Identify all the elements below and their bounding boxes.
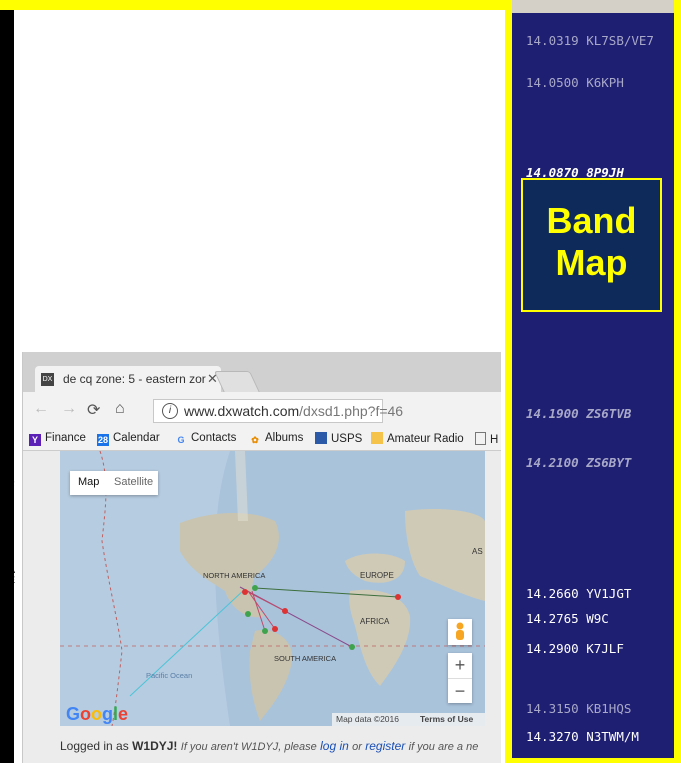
- reload-icon[interactable]: ⟳: [87, 400, 100, 420]
- band-map-spot[interactable]: 14.1900 ZS6TVB: [526, 406, 631, 421]
- edge-fragment: A: [9, 565, 16, 575]
- map-data-credit: Map data ©2016: [336, 714, 399, 724]
- map-label: AS: [472, 547, 483, 556]
- forward-arrow-icon[interactable]: →: [61, 400, 77, 418]
- back-arrow-icon[interactable]: ←: [33, 400, 49, 418]
- page-icon: [475, 432, 486, 445]
- band-map-callout-line: Band: [546, 200, 637, 241]
- folder-icon: [371, 432, 383, 444]
- browser-window: DX de cq zone: 5 - eastern zor ✕ ← → ⟳ ⌂…: [22, 352, 501, 763]
- map-button[interactable]: Map: [78, 476, 99, 488]
- band-map-callout-line: Map: [555, 242, 628, 283]
- band-map-titlebar[interactable]: [512, 0, 674, 13]
- bookmarks-bar: Y Finance 28 Calendar G Contacts ✿ Albums US…: [23, 428, 501, 451]
- band-map-spot[interactable]: 14.2900 K7JLF: [526, 641, 624, 656]
- tab-strip: DX de cq zone: 5 - eastern zor ✕: [23, 352, 501, 393]
- browser-toolbar: ← → ⟳ ⌂ i www.dxwatch.com/dxsd1.php?f=46: [23, 392, 501, 428]
- map-type-control: Map Satellite: [70, 471, 158, 495]
- info-icon[interactable]: i: [162, 403, 178, 419]
- bookmark-usps[interactable]: USPS: [315, 432, 362, 445]
- bookmark-finance[interactable]: Y Finance: [29, 432, 86, 446]
- map-label: NORTH AMERICA: [203, 571, 266, 580]
- map-attribution: Map data ©2016 Terms of Use: [332, 713, 485, 726]
- band-map-list[interactable]: 14.0319 KL7SB/VE7 14.0500 K6KPH 14.0870 …: [512, 13, 674, 758]
- map-label: EUROPE: [360, 571, 394, 580]
- terms-link[interactable]: Terms of Use: [420, 714, 473, 724]
- map-label: SOUTH AMERICA: [274, 654, 337, 663]
- dx-favicon-icon: DX: [41, 373, 54, 386]
- band-map-window: 14.0319 KL7SB/VE7 14.0500 K6KPH 14.0870 …: [505, 0, 681, 763]
- home-icon[interactable]: ⌂: [115, 400, 125, 418]
- url-domain: www.dxwatch.com: [184, 403, 300, 419]
- zoom-out-button[interactable]: −: [448, 679, 472, 704]
- zoom-control: + −: [448, 653, 472, 703]
- satellite-button[interactable]: Satellite: [114, 476, 153, 488]
- bookmark-amateur-radio[interactable]: Amateur Radio: [371, 432, 464, 445]
- google-logo: Google: [66, 704, 129, 724]
- band-map-spot[interactable]: 14.2660 YV1JGT: [526, 586, 631, 601]
- usps-icon: [315, 432, 327, 444]
- band-map-spot[interactable]: 14.0500 K6KPH: [526, 75, 624, 90]
- bookmark-calendar[interactable]: 28 Calendar: [97, 432, 160, 446]
- bookmark-page[interactable]: H: [475, 432, 498, 446]
- pegman-icon[interactable]: [448, 619, 472, 645]
- band-map-spot[interactable]: 14.3150 KB1HQS: [526, 701, 631, 716]
- band-map-callout: Band Map: [521, 178, 662, 312]
- browser-tab[interactable]: DX de cq zone: 5 - eastern zor ✕: [35, 366, 221, 392]
- edge-fragment: E: [9, 575, 16, 585]
- map-label: AFRICA: [360, 617, 390, 626]
- yahoo-icon: Y: [29, 434, 41, 446]
- url-path: /dxsd1.php?f=46: [299, 403, 404, 419]
- calendar-icon: 28: [97, 434, 109, 446]
- band-map-spot[interactable]: 14.3270 N3TWM/M: [526, 729, 639, 744]
- map-label: Pacific Ocean: [146, 671, 193, 680]
- edge-fragment: F: [9, 480, 15, 490]
- login-status: Logged in as W1DYJ! If you aren't W1DYJ,…: [60, 739, 479, 753]
- band-map-spot[interactable]: 14.0319 KL7SB/VE7: [526, 33, 654, 48]
- albums-icon: ✿: [251, 435, 259, 445]
- tab-title: de cq zone: 5 - eastern zor: [63, 372, 206, 386]
- login-link[interactable]: log in: [320, 739, 349, 753]
- bookmark-albums[interactable]: ✿ Albums: [249, 432, 303, 446]
- zoom-in-button[interactable]: +: [448, 653, 472, 679]
- google-icon: G: [177, 435, 185, 445]
- address-bar[interactable]: i www.dxwatch.com/dxsd1.php?f=46: [153, 399, 403, 423]
- register-link[interactable]: register: [365, 739, 405, 753]
- page-content: NORTH AMERICA EUROPE AFRICA SOUTH AMERIC…: [23, 451, 501, 763]
- band-map-spot[interactable]: 14.2100 ZS6BYT: [526, 455, 631, 470]
- spot-map[interactable]: NORTH AMERICA EUROPE AFRICA SOUTH AMERIC…: [60, 451, 485, 726]
- bookmark-contacts[interactable]: G Contacts: [175, 432, 236, 446]
- band-map-spot[interactable]: 14.2765 W9C: [526, 611, 609, 626]
- left-window-edge: [0, 10, 14, 763]
- yellow-highlight-border: [0, 0, 505, 10]
- username: W1DYJ!: [132, 739, 178, 753]
